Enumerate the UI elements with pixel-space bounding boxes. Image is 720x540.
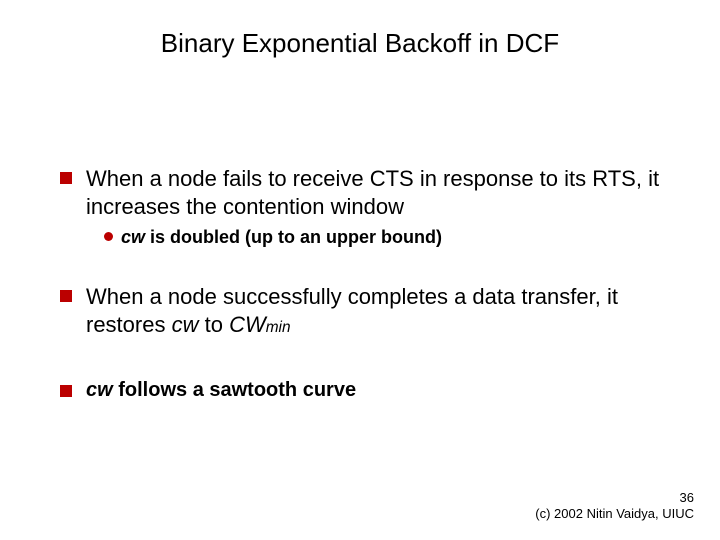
page-number: 36 — [535, 490, 694, 506]
square-bullet-icon — [60, 172, 72, 184]
bullet-2-text: When a node successfully completes a dat… — [86, 283, 680, 338]
square-bullet-icon — [60, 290, 72, 302]
bullet-2: When a node successfully completes a dat… — [60, 283, 680, 338]
cwmin-sub: min — [266, 319, 291, 336]
bullet-3-text: cw follows a sawtooth curve — [86, 378, 356, 403]
cwmin-term: CWmin — [229, 312, 290, 337]
bullet-2-pre: When a node successfully completes a dat… — [86, 284, 618, 337]
bullet-3: cw follows a sawtooth curve — [60, 378, 680, 403]
slide: Binary Exponential Backoff in DCF When a… — [0, 0, 720, 540]
bullet-1-sub-rest: is doubled (up to an upper bound) — [145, 227, 442, 247]
cw-term: cw — [172, 312, 199, 337]
dot-bullet-icon — [104, 232, 113, 241]
slide-footer: 36 (c) 2002 Nitin Vaidya, UIUC — [535, 490, 694, 523]
square-bullet-icon — [60, 385, 72, 397]
bullet-3-rest: follows a sawtooth curve — [113, 379, 356, 401]
bullet-1-text: When a node fails to receive CTS in resp… — [86, 165, 680, 220]
bullet-2-mid: to — [198, 312, 229, 337]
cw-term: cw — [121, 227, 145, 247]
cwmin-base: CW — [229, 312, 266, 337]
bullet-1-sub-text: cw is doubled (up to an upper bound) — [121, 226, 442, 249]
slide-body: When a node fails to receive CTS in resp… — [60, 165, 680, 409]
bullet-1: When a node fails to receive CTS in resp… — [60, 165, 680, 220]
copyright: (c) 2002 Nitin Vaidya, UIUC — [535, 506, 694, 522]
cw-term: cw — [86, 379, 113, 401]
slide-title: Binary Exponential Backoff in DCF — [0, 28, 720, 59]
bullet-1-sub: cw is doubled (up to an upper bound) — [104, 226, 680, 249]
